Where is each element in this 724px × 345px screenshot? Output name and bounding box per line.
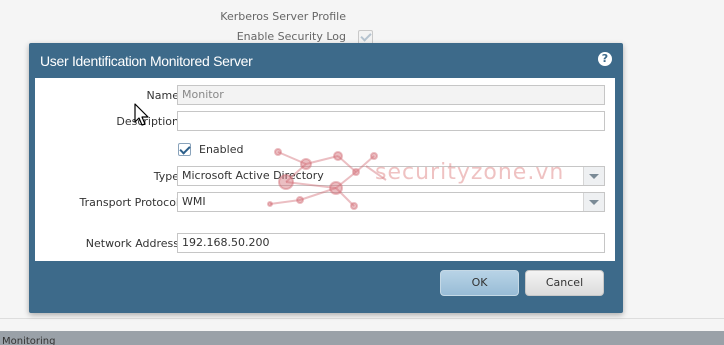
cancel-button[interactable]: Cancel [525,270,604,296]
chevron-down-icon[interactable] [583,193,604,211]
transport-protocol-value: WMI [182,195,206,208]
enabled-row: Enabled [35,139,615,161]
monitoring-section-label: Monitoring [2,336,56,345]
type-value: Microsoft Active Directory [182,169,324,182]
monitoring-section-header: Monitoring [0,331,724,345]
transport-protocol-label: Transport Protocol [79,196,179,209]
name-row: Name Monitor [35,85,615,107]
transport-protocol-row: Transport Protocol WMI [35,192,615,214]
description-row: Description [35,111,615,133]
type-select[interactable]: Microsoft Active Directory [177,166,605,186]
enabled-checkbox[interactable] [178,143,191,156]
name-field[interactable]: Monitor [177,85,605,105]
monitored-server-dialog: User Identification Monitored Server ? N… [29,43,623,313]
network-address-label: Network Address [85,237,179,250]
help-icon[interactable]: ? [598,52,612,66]
enabled-label: Enabled [199,143,244,156]
divider [0,318,724,319]
kerberos-server-profile-label: Kerberos Server Profile [220,10,346,23]
type-label: Type [153,170,179,183]
type-row: Type Microsoft Active Directory [35,166,615,188]
description-label: Description [116,115,179,128]
dialog-body: Name Monitor Description Enabled Type Mi… [35,78,615,261]
network-address-field[interactable]: 192.168.50.200 [177,233,605,253]
name-label: Name [146,89,179,102]
dialog-title: User Identification Monitored Server [40,53,253,69]
enable-security-log-label: Enable Security Log [236,30,346,43]
ok-button[interactable]: OK [440,270,519,296]
description-field[interactable] [177,111,605,131]
network-address-row: Network Address 192.168.50.200 [35,233,615,255]
chevron-down-icon[interactable] [583,167,604,185]
transport-protocol-select[interactable]: WMI [177,192,605,212]
